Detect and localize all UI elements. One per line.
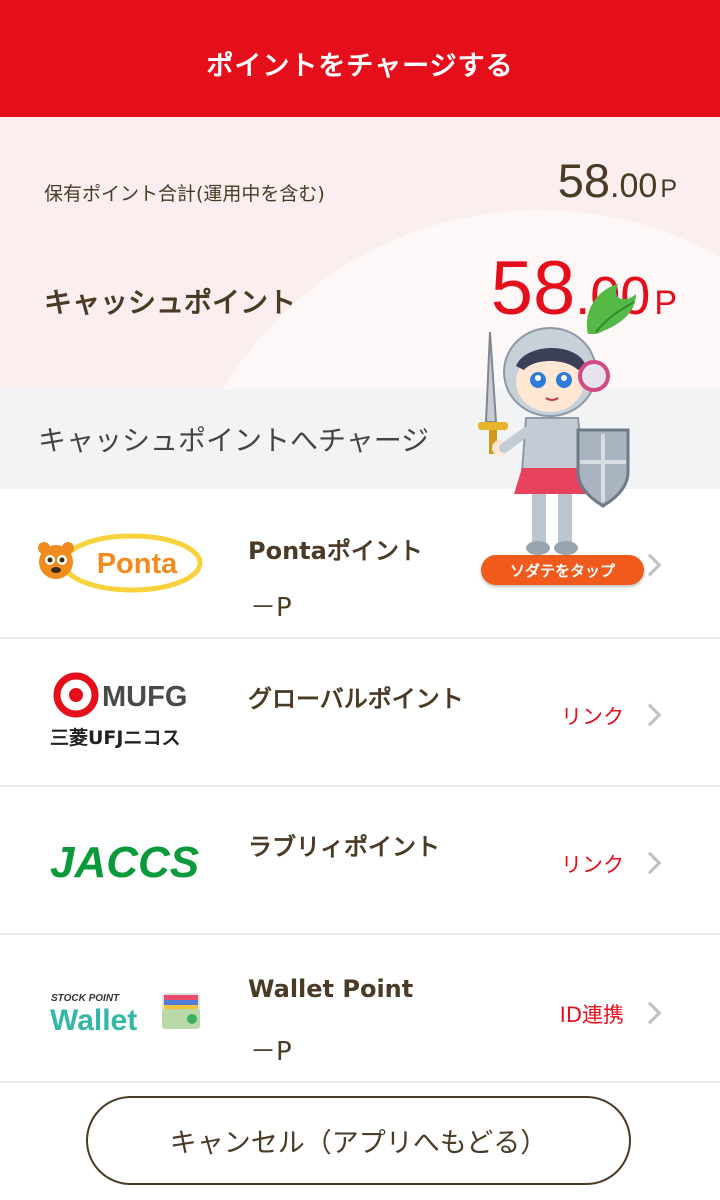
chevron-right-icon (638, 851, 662, 875)
ponta-logo: Ponta (38, 533, 203, 593)
page-title: ポイントをチャージする (206, 51, 514, 82)
cash-points-label: キャッシュポイント (44, 286, 297, 319)
svg-text:JACCS: JACCS (50, 838, 199, 887)
wallet-logo: STOCK POINT Wallet (50, 993, 200, 1037)
total-points-value: 58.00 P (557, 154, 677, 207)
link-action[interactable]: リンク (561, 701, 624, 731)
svg-text:STOCK POINT: STOCK POINT (51, 993, 120, 1004)
mufg-logo: MUFG 三菱UFJニコス (50, 672, 187, 749)
svg-text:Wallet: Wallet (50, 1004, 137, 1037)
cancel-area: キャンセル（アプリへもどる） (0, 1086, 720, 1200)
item-value: －P (250, 1037, 292, 1067)
chevron-right-icon (638, 703, 662, 727)
item-name: Wallet Point (248, 975, 414, 1003)
total-points-label: 保有ポイント合計(運用中を含む) (44, 183, 325, 205)
list-item-jaccs[interactable]: JACCS ラブリィポイント リンク (0, 787, 720, 935)
svg-text:Ponta: Ponta (97, 548, 178, 580)
sodate-tap-badge[interactable]: ソダテをタップ (481, 555, 644, 585)
link-action[interactable]: ID連携 (560, 999, 624, 1029)
list-item-wallet[interactable]: STOCK POINT Wallet Wallet Point －P ID連携 (0, 935, 720, 1083)
chevron-right-icon (638, 1001, 662, 1025)
item-name: Pontaポイント (248, 537, 423, 565)
list-item-mufg[interactable]: MUFG 三菱UFJニコス グローバルポイント リンク (0, 639, 720, 787)
svg-text:三菱UFJニコス: 三菱UFJニコス (50, 726, 180, 749)
svg-text:MUFG: MUFG (102, 681, 187, 713)
item-value: －P (250, 593, 292, 623)
page-header: ポイントをチャージする (0, 0, 720, 117)
jaccs-logo: JACCS (50, 838, 199, 887)
cancel-button[interactable]: キャンセル（アプリへもどる） (86, 1096, 631, 1185)
item-name: グローバルポイント (248, 685, 464, 713)
knight-mascot-icon[interactable] (478, 272, 658, 590)
item-name: ラブリィポイント (248, 833, 440, 861)
link-action[interactable]: リンク (561, 849, 624, 879)
